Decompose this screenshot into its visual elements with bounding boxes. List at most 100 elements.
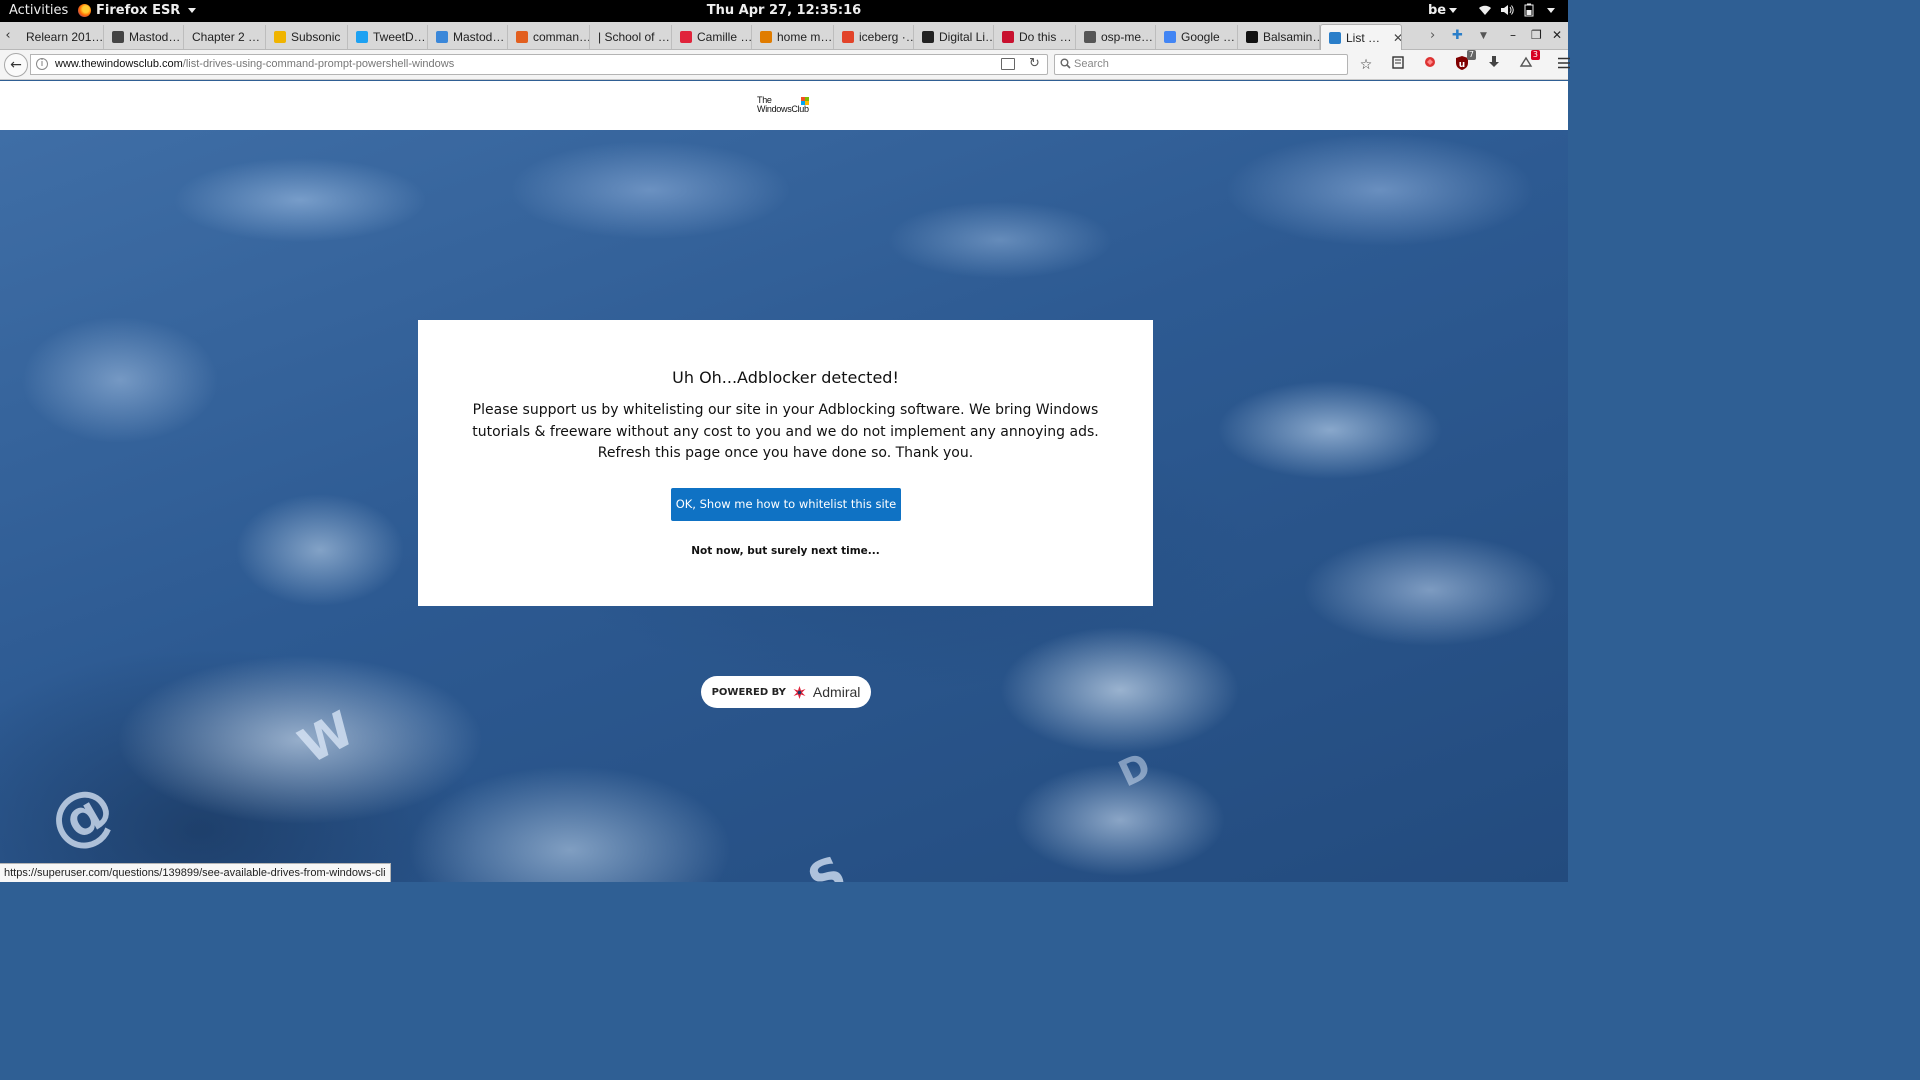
tab[interactable]: Chapter 2 … [184,25,266,49]
modal-body-text: Please support us by whitelisting our si… [472,402,1099,461]
tab[interactable]: Digital Li… [914,25,994,49]
minimize-button[interactable]: – [1510,25,1516,45]
hamburger-menu-icon[interactable] [1554,55,1574,75]
reload-icon[interactable]: ↻ [1029,56,1040,71]
activities-button[interactable]: Activities [9,3,68,18]
system-menu[interactable] [1478,3,1555,17]
url-text: www.thewindowsclub.com/list-drives-using… [55,58,454,70]
tab-label: TweetD… [373,30,426,44]
tab-label: Relearn 201… [26,30,104,44]
mastodon-icon [112,31,124,43]
tab-label: home m… [777,30,833,44]
osp-icon [1084,31,1096,43]
site-header: The WindowsClub [0,81,1568,130]
subsonic-icon [274,31,286,43]
tab[interactable]: home m… [752,25,834,49]
all-tabs-menu-button[interactable]: ▼ [1480,26,1487,46]
chevron-down-icon [1547,7,1555,13]
wifi-icon [1478,3,1492,17]
logo-line-2: WindowsClub [757,104,809,114]
tab-label: Chapter 2 … [192,30,261,44]
powered-by-label: POWERED BY [711,686,786,698]
key-at-glyph: @ [35,768,129,866]
tab[interactable]: Subsonic [266,25,348,49]
site-info-icon[interactable]: i [36,58,48,70]
tab[interactable]: List … ✕ [1320,24,1402,50]
app-menu-label: Firefox ESR [96,3,181,18]
gitlab-icon [842,31,854,43]
tab[interactable]: Do this … [994,25,1076,49]
wikipedia-icon [922,31,934,43]
volume-icon [1500,3,1514,17]
tab-label: Digital Li… [939,30,994,44]
ublock-icon[interactable]: u 7 [1452,50,1476,75]
tab[interactable]: Mastod… [428,25,508,49]
google-icon [1164,31,1176,43]
keyboard-layout-menu[interactable]: be [1428,3,1458,18]
tab[interactable]: Relearn 201… [18,25,104,49]
back-button[interactable]: ← [4,53,28,77]
app-menu[interactable]: Firefox ESR [78,3,197,18]
keyboard-layout-label: be [1428,3,1447,18]
tab[interactable]: TweetD… [348,25,428,49]
tab-scroll-left-button[interactable]: ‹ [0,26,16,46]
tab-label: osp-me… [1101,30,1154,44]
tweetdeck-icon [356,31,368,43]
tab-label: Do this … [1019,30,1072,44]
tab[interactable]: comman… [508,25,590,49]
bookmarks-library-icon[interactable] [1388,55,1408,75]
close-window-button[interactable]: ✕ [1552,25,1562,45]
reader-view-icon[interactable] [1001,58,1015,70]
powered-by-admiral-badge[interactable]: POWERED BY Admiral [701,676,871,708]
url-path: /list-drives-using-command-prompt-powers… [182,58,455,70]
tab-label: List … [1346,30,1381,45]
search-bar[interactable]: Search [1054,54,1348,75]
tab-label: Balsamin… [1263,30,1320,44]
close-tab-icon[interactable]: ✕ [1393,31,1401,45]
tab-scroll-right-button[interactable]: › [1430,26,1435,46]
tab[interactable]: osp-me… [1076,25,1156,49]
adblock-modal: Uh Oh...Adblocker detected! Please suppo… [418,320,1153,606]
tab-label: comman… [533,30,590,44]
modal-title: Uh Oh...Adblocker detected! [672,368,899,387]
home-icon [760,31,772,43]
tab-strip: ‹ Relearn 201… Mastod… Chapter 2 … Subsonic… [0,22,1568,50]
extension-badge-icon[interactable]: 3 [1516,50,1540,75]
dismiss-link[interactable]: Not now, but surely next time... [418,545,1153,557]
key-w-glyph: W [289,700,363,776]
tab-label: Mastod… [129,30,181,44]
battery-icon [1522,3,1536,17]
tab-label: iceberg ·… [859,30,914,44]
windowsclub-logo[interactable]: The WindowsClub [757,96,811,116]
key-s-glyph: S [799,845,855,882]
tab-label: Subsonic [291,30,341,44]
windows-flag-icon [801,97,809,105]
ublock-badge: 7 [1466,50,1476,60]
url-domain: www.thewindowsclub.com [55,58,183,70]
tab[interactable]: Balsamin… [1238,25,1320,49]
askubuntu-icon [516,31,528,43]
tab-label: Camille … [697,30,752,44]
navigation-bar: ← i www.thewindowsclub.com/list-drives-u… [0,50,1570,80]
tab[interactable]: iceberg ·… [834,25,914,49]
url-bar[interactable]: i www.thewindowsclub.com/list-drives-usi… [30,54,1048,75]
tab[interactable]: Camille … [672,25,752,49]
extension-badge: 3 [1530,50,1540,60]
restore-button[interactable]: ❐ [1531,25,1542,45]
chevron-down-icon [188,8,197,13]
web-page: The WindowsClub W @ S D Uh Oh...Adblocke… [0,81,1568,882]
clock[interactable]: Thu Apr 27, 12:35:16 [707,3,861,18]
downloads-icon[interactable] [1484,55,1504,75]
camille-icon [680,31,692,43]
gnome-top-bar: Activities Firefox ESR Thu Apr 27, 12:35… [0,0,1568,22]
tab[interactable]: | School of … [590,25,672,49]
windowsclub-icon [1329,31,1341,44]
extension-red-icon[interactable] [1420,55,1440,75]
admiral-brand-label: Admiral [812,684,861,700]
tab[interactable]: Mastod… [104,25,184,49]
keyboard-background-image: W @ S D Uh Oh...Adblocker detected! Plea… [0,130,1568,882]
whitelist-instructions-button[interactable]: OK, Show me how to whitelist this site [671,488,901,521]
bookmark-star-icon[interactable]: ☆ [1356,55,1376,75]
new-tab-button[interactable]: ✚ [1452,26,1463,46]
tab[interactable]: Google … [1156,25,1238,49]
